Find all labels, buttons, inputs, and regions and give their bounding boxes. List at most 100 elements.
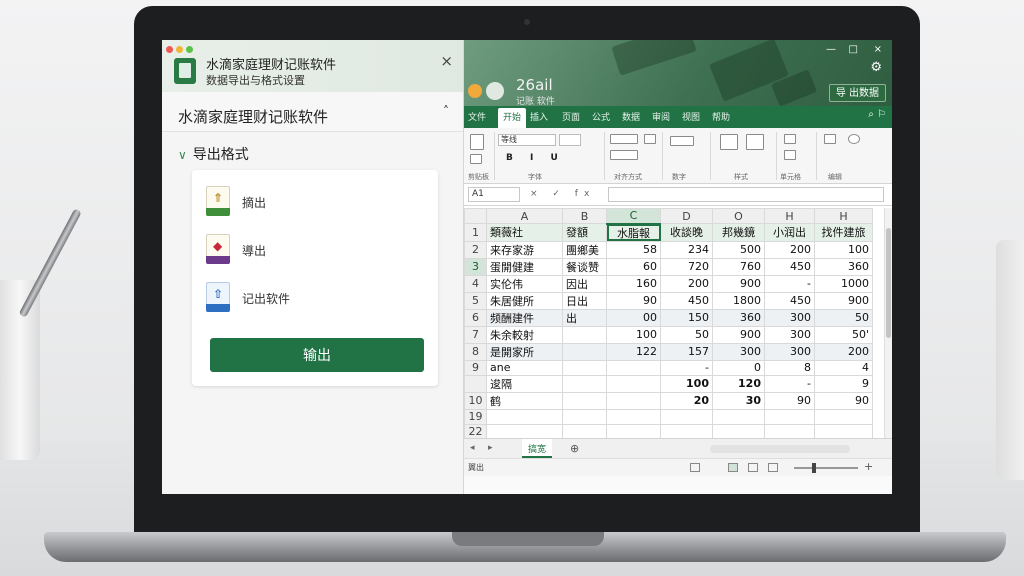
- accessibility-icon[interactable]: [690, 463, 700, 472]
- table-cell[interactable]: 50: [814, 308, 873, 327]
- zoom-in-icon[interactable]: +: [864, 460, 873, 473]
- table-cell[interactable]: 出: [562, 308, 607, 327]
- normal-view-icon[interactable]: [728, 463, 738, 472]
- font-size-select[interactable]: [559, 134, 581, 146]
- table-cell[interactable]: -: [764, 374, 815, 393]
- table-cell[interactable]: [606, 423, 661, 440]
- row-header[interactable]: 10: [464, 391, 487, 410]
- table-cell[interactable]: 150: [660, 308, 713, 327]
- format-option-software[interactable]: ⇧ 记出软件: [206, 282, 406, 316]
- tab-view[interactable]: 视图: [682, 110, 700, 123]
- row-header[interactable]: 1: [464, 223, 487, 242]
- row-header[interactable]: 6: [464, 308, 487, 327]
- sheet-tab[interactable]: 搞宽: [522, 439, 553, 458]
- table-cell[interactable]: -: [660, 359, 713, 376]
- row-header[interactable]: 2: [464, 240, 487, 259]
- text-style-buttons[interactable]: B I U: [506, 153, 565, 163]
- column-header[interactable]: A: [486, 208, 563, 224]
- table-cell[interactable]: 720: [660, 257, 713, 276]
- table-cell[interactable]: 團鄉美: [562, 240, 607, 259]
- tab-layout[interactable]: 页面: [562, 110, 580, 123]
- table-cell[interactable]: 日出: [562, 291, 607, 310]
- table-cell[interactable]: [562, 423, 607, 440]
- table-cell[interactable]: [712, 423, 765, 440]
- table-cell[interactable]: 450: [764, 257, 815, 276]
- page-break-icon[interactable]: [768, 463, 778, 472]
- table-cell[interactable]: [562, 374, 607, 393]
- table-cell[interactable]: 58: [606, 240, 661, 259]
- tab-home[interactable]: 开始: [498, 108, 527, 128]
- row-header[interactable]: 3: [464, 257, 487, 276]
- minimize-icon[interactable]: —: [826, 44, 836, 55]
- table-cell[interactable]: [562, 359, 607, 376]
- table-cell[interactable]: 450: [764, 291, 815, 310]
- table-cell[interactable]: 朱居健所: [486, 291, 563, 310]
- table-cell[interactable]: 300: [764, 325, 815, 344]
- table-cell[interactable]: [606, 374, 661, 393]
- format-option-pdf[interactable]: ◆ 導出: [206, 234, 406, 268]
- cell-styles-icon[interactable]: [746, 134, 764, 150]
- table-cell[interactable]: 900: [712, 325, 765, 344]
- table-cell[interactable]: [606, 391, 661, 410]
- table-cell[interactable]: 50': [814, 325, 873, 344]
- format-option-excel[interactable]: ⇑ 摘出: [206, 186, 406, 220]
- column-header[interactable]: H: [764, 208, 815, 224]
- add-sheet-icon[interactable]: ⊕: [570, 442, 579, 455]
- zoom-slider-thumb[interactable]: [812, 463, 816, 473]
- user-avatar-icon[interactable]: [486, 82, 504, 100]
- row-header[interactable]: 4: [464, 274, 487, 293]
- table-cell[interactable]: 157: [660, 342, 713, 361]
- align-center-icon[interactable]: [610, 150, 638, 160]
- table-cell[interactable]: [814, 408, 873, 425]
- row-header[interactable]: 7: [464, 325, 487, 344]
- name-box[interactable]: A1: [468, 187, 520, 202]
- table-cell[interactable]: 90: [814, 391, 873, 410]
- column-header[interactable]: C: [606, 208, 661, 225]
- table-cell[interactable]: [562, 325, 607, 344]
- table-cell[interactable]: 122: [606, 342, 661, 361]
- horizontal-scrollbar[interactable]: [710, 445, 850, 453]
- tab-review[interactable]: 审阅: [652, 110, 670, 123]
- table-cell[interactable]: 找件建旅: [814, 223, 873, 242]
- font-name-select[interactable]: 等线: [498, 134, 556, 146]
- table-cell[interactable]: 100: [660, 374, 713, 393]
- window-zoom-dot[interactable]: [186, 46, 193, 53]
- zoom-slider[interactable]: [794, 467, 858, 469]
- formula-controls[interactable]: × ✓ fx: [530, 189, 595, 199]
- table-cell[interactable]: 频酬建件: [486, 308, 563, 327]
- section-header[interactable]: 水滴家庭理财记账软件 ˄: [162, 92, 463, 132]
- table-cell[interactable]: 蛋開健建: [486, 257, 563, 276]
- select-all-corner[interactable]: [464, 208, 487, 224]
- row-header[interactable]: 8: [464, 342, 487, 361]
- table-cell[interactable]: 100: [606, 325, 661, 344]
- table-cell[interactable]: ane: [486, 359, 563, 376]
- maximize-icon[interactable]: □: [849, 44, 858, 55]
- table-cell[interactable]: 30: [712, 391, 765, 410]
- table-cell[interactable]: [606, 408, 661, 425]
- table-cell[interactable]: 收談晚: [660, 223, 713, 242]
- close-icon[interactable]: ×: [440, 52, 453, 70]
- table-cell[interactable]: 450: [660, 291, 713, 310]
- gear-icon[interactable]: ⚙: [870, 60, 882, 75]
- table-cell[interactable]: 水脂報: [606, 223, 661, 242]
- tab-insert[interactable]: 插入: [530, 110, 548, 123]
- tab-help[interactable]: 帮助: [712, 110, 730, 123]
- table-cell[interactable]: 1000: [814, 274, 873, 293]
- row-header[interactable]: 9: [464, 359, 487, 376]
- table-cell[interactable]: 234: [660, 240, 713, 259]
- delete-cells-icon[interactable]: [784, 150, 796, 160]
- table-cell[interactable]: 200: [814, 342, 873, 361]
- table-cell[interactable]: 90: [606, 291, 661, 310]
- table-cell[interactable]: 120: [712, 374, 765, 393]
- table-cell[interactable]: 500: [712, 240, 765, 259]
- scroll-thumb[interactable]: [886, 228, 891, 338]
- next-sheet-icon[interactable]: ▸: [488, 443, 493, 453]
- table-cell[interactable]: 来存家游: [486, 240, 563, 259]
- export-data-button[interactable]: 导 出数据: [828, 84, 886, 102]
- table-cell[interactable]: [764, 423, 815, 440]
- table-cell[interactable]: 鹤: [486, 391, 563, 410]
- cut-icon[interactable]: [470, 154, 482, 164]
- table-cell[interactable]: [660, 408, 713, 425]
- sum-icon[interactable]: [824, 134, 836, 144]
- wrap-text-icon[interactable]: [644, 134, 656, 144]
